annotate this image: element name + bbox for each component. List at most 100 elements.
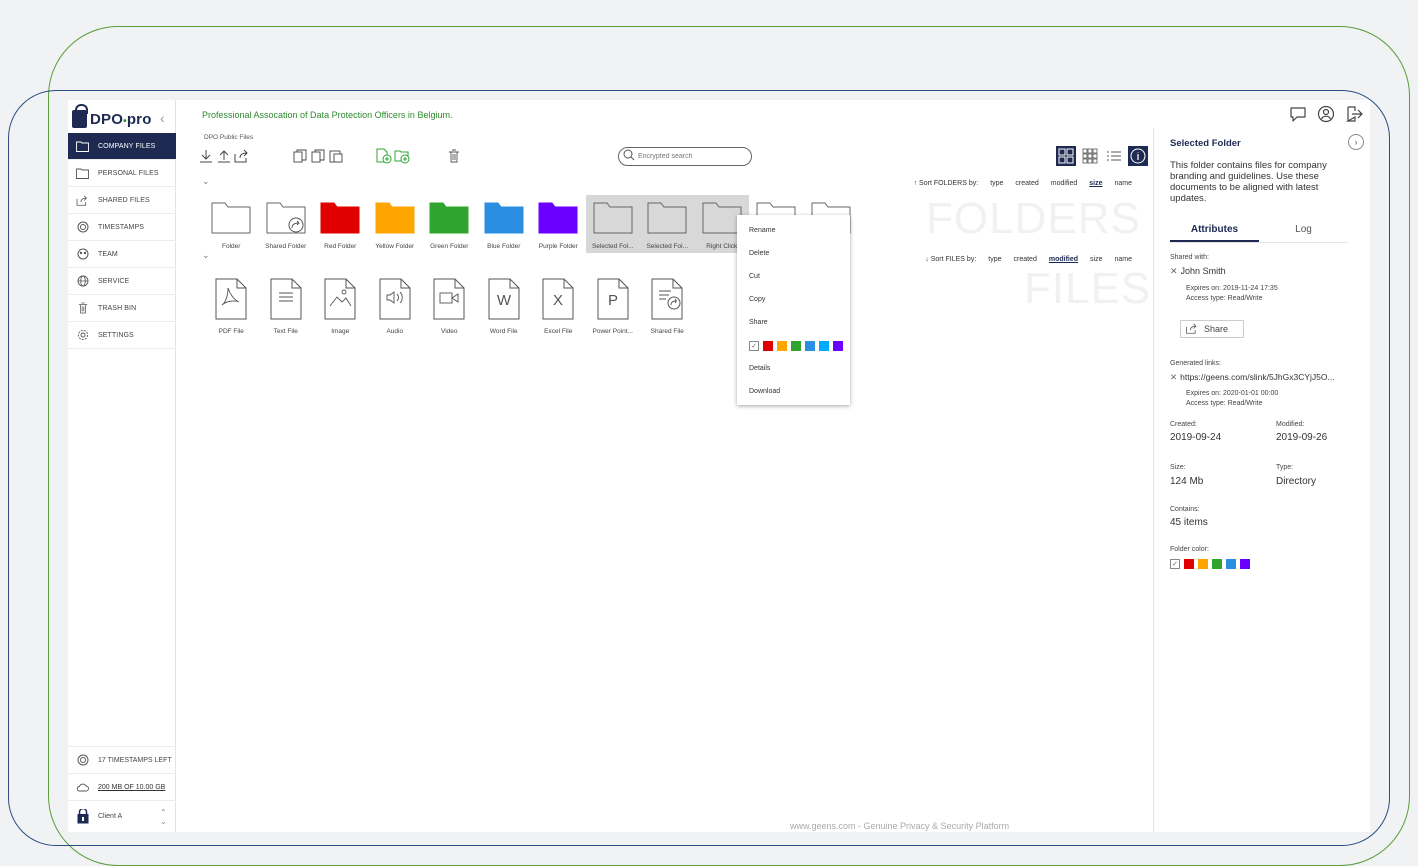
- color-swatch[interactable]: [1198, 559, 1208, 569]
- collapse-folders-icon[interactable]: ⌄: [202, 176, 210, 187]
- file-tile[interactable]: W Word File: [477, 278, 532, 338]
- folder-tile[interactable]: Shared Folder: [259, 195, 314, 253]
- file-tile[interactable]: X Excel File: [531, 278, 586, 338]
- folder-icon: [76, 168, 89, 179]
- menu-item-download[interactable]: Download: [737, 380, 850, 403]
- client-switcher[interactable]: Client A ⌃ ⌄: [68, 800, 176, 832]
- file-tile[interactable]: Shared File: [640, 278, 695, 338]
- logout-icon[interactable]: [1344, 104, 1364, 124]
- new-folder-icon[interactable]: [394, 148, 410, 164]
- chat-icon[interactable]: [1288, 104, 1308, 124]
- close-icon[interactable]: ✕: [1170, 372, 1177, 382]
- sort-folders: ↑ Sort FOLDERS by: type created modified siz…: [914, 180, 1132, 187]
- share-button[interactable]: Share: [1180, 320, 1244, 338]
- list-view-icon[interactable]: [1104, 146, 1124, 166]
- folder-label: Red Folder: [324, 243, 357, 250]
- small-grid-view-icon[interactable]: [1080, 146, 1100, 166]
- sort-option-created[interactable]: created: [1014, 256, 1037, 263]
- file-tile[interactable]: Audio: [368, 278, 423, 338]
- info-icon[interactable]: [1128, 146, 1148, 166]
- new-file-icon[interactable]: [376, 148, 392, 164]
- sidebar-item-timestamps[interactable]: TIMESTAMPS: [68, 214, 176, 241]
- folder-tile[interactable]: Selected Fol...: [640, 195, 695, 253]
- generated-link: ✕ https://geens.com/slink/5JhGx3CYjJ5O...: [1170, 372, 1335, 383]
- color-swatch[interactable]: [1240, 559, 1250, 569]
- tab-attributes[interactable]: Attributes: [1170, 222, 1259, 242]
- share-icon[interactable]: [234, 148, 250, 164]
- color-swatch[interactable]: [791, 340, 801, 351]
- color-swatch[interactable]: [777, 340, 787, 351]
- trash-icon[interactable]: [446, 148, 462, 164]
- sidebar-item-personal-files[interactable]: PERSONAL FILES: [68, 160, 176, 187]
- chevron-right-icon[interactable]: ›: [1348, 134, 1364, 150]
- folder-tile[interactable]: Purple Folder: [531, 195, 586, 253]
- color-swatch[interactable]: [833, 340, 843, 351]
- shared-expires: Expires on: 2019-11-24 17:35: [1186, 285, 1278, 292]
- folder-tile[interactable]: Blue Folder: [477, 195, 532, 253]
- color-swatch[interactable]: [763, 340, 773, 351]
- upload-icon[interactable]: [216, 148, 232, 164]
- user-icon[interactable]: [1316, 104, 1336, 124]
- sort-option-type[interactable]: type: [990, 180, 1003, 187]
- sidebar-item-trash-bin[interactable]: TRASH BIN: [68, 295, 176, 322]
- breadcrumb[interactable]: DPO Public Files: [204, 134, 253, 141]
- search-box[interactable]: [618, 147, 752, 166]
- folder-tile[interactable]: Folder: [204, 195, 259, 253]
- folder-tile[interactable]: Yellow Folder: [368, 195, 423, 253]
- menu-item-details[interactable]: Details: [737, 357, 850, 380]
- folder-label: Green Folder: [430, 243, 469, 250]
- chevron-left-icon[interactable]: ‹: [160, 110, 165, 126]
- file-label: Text File: [273, 328, 298, 335]
- tab-log[interactable]: Log: [1259, 222, 1348, 242]
- sort-option-name[interactable]: name: [1114, 256, 1132, 263]
- sort-option-modified[interactable]: modified: [1051, 180, 1077, 187]
- menu-item-copy[interactable]: Copy: [737, 288, 850, 311]
- sidebar-item-settings[interactable]: SETTINGS: [68, 322, 176, 349]
- sort-option-name[interactable]: name: [1114, 180, 1132, 187]
- menu-item-delete[interactable]: Delete: [737, 242, 850, 265]
- file-tile[interactable]: Text File: [259, 278, 314, 338]
- close-icon[interactable]: ✕: [1170, 266, 1178, 276]
- file-tile[interactable]: Video: [422, 278, 477, 338]
- sort-option-modified[interactable]: modified: [1049, 256, 1078, 263]
- menu-item-rename[interactable]: Rename: [737, 219, 850, 242]
- storage-link[interactable]: 200 MB OF 10.00 GB: [98, 784, 165, 791]
- sidebar-item-service[interactable]: SERVICE: [68, 268, 176, 295]
- color-swatch[interactable]: [805, 340, 815, 351]
- storage-usage[interactable]: 200 MB OF 10.00 GB: [68, 773, 176, 800]
- copy-icon[interactable]: [292, 148, 308, 164]
- file-tile[interactable]: PDF File: [204, 278, 259, 338]
- sidebar-item-shared-files[interactable]: SHARED FILES: [68, 187, 176, 214]
- check-icon[interactable]: ✓: [749, 340, 759, 351]
- logo[interactable]: DPO•pro: [72, 104, 152, 130]
- menu-item-share[interactable]: Share: [737, 311, 850, 334]
- color-swatch[interactable]: [1226, 559, 1236, 569]
- folder-tile[interactable]: Red Folder: [313, 195, 368, 253]
- search-input[interactable]: [638, 153, 738, 160]
- folder-tile[interactable]: Selected Fol...: [585, 195, 640, 253]
- download-icon[interactable]: [198, 148, 214, 164]
- folder-icon: [211, 201, 251, 239]
- sidebar-item-company-files[interactable]: COMPANY FILES: [68, 133, 176, 160]
- color-swatch[interactable]: [1184, 559, 1194, 569]
- sort-option-created[interactable]: created: [1015, 180, 1038, 187]
- sidebar-item-label: TIMESTAMPS: [98, 223, 144, 231]
- sort-option-type[interactable]: type: [988, 256, 1001, 263]
- menu-item-cut[interactable]: Cut: [737, 265, 850, 288]
- modified-value: 2019-09-26: [1276, 432, 1328, 443]
- paste-icon[interactable]: [328, 148, 344, 164]
- color-swatch[interactable]: [819, 340, 829, 351]
- file-tile[interactable]: P Power Point...: [586, 278, 641, 338]
- color-swatch[interactable]: [1212, 559, 1222, 569]
- folder-label: Purple Folder: [538, 243, 578, 250]
- file-tile[interactable]: Image: [313, 278, 368, 338]
- chevron-updown-icon[interactable]: ⌃ ⌄: [160, 808, 167, 826]
- sort-option-size[interactable]: size: [1089, 180, 1102, 187]
- duplicate-icon[interactable]: [310, 148, 326, 164]
- large-grid-view-icon[interactable]: [1056, 146, 1076, 166]
- sidebar-item-team[interactable]: TEAM: [68, 241, 176, 268]
- link-url[interactable]: https://geens.com/slink/5JhGx3CYjJ5O...: [1180, 372, 1334, 382]
- sort-option-size[interactable]: size: [1090, 256, 1102, 263]
- folder-tile[interactable]: Green Folder: [422, 195, 477, 253]
- check-icon[interactable]: ✓: [1170, 559, 1180, 569]
